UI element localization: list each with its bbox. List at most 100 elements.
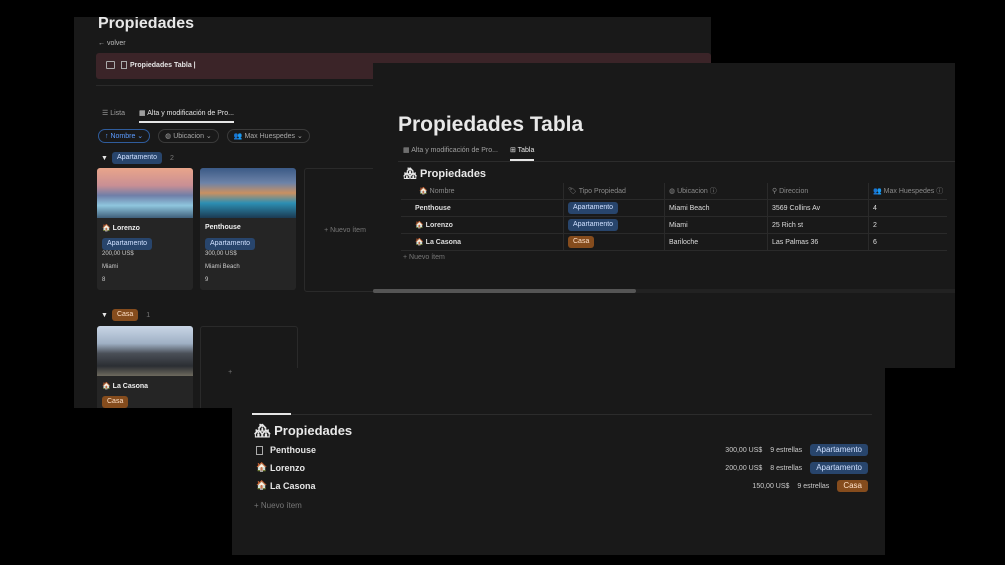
globe-icon: ◍	[669, 188, 676, 195]
card-guests: 9	[205, 277, 209, 283]
property-image	[97, 168, 193, 218]
globe-icon: ◍	[165, 133, 172, 140]
type-badge: Apartamento	[102, 238, 153, 250]
cell-direccion[interactable]: 25 Rich st	[767, 216, 869, 234]
group-count: 1	[146, 311, 151, 319]
properties-table: 🏠 Nombre 🏷 Tipo Propiedad ◍ Ubicacion ⓘ …	[401, 183, 948, 251]
item-properties: 300,00 US$ 9 estrellas Apartamento	[725, 444, 868, 456]
column-header-max-huespedes[interactable]: 👥 Max Huespedes ⓘ	[868, 183, 948, 200]
gallery-card[interactable]: 🏠 Lorenzo Apartamento 200,00 US$ Miami 8	[97, 168, 193, 290]
column-header-direccion[interactable]: ⚲ Direccion	[767, 183, 869, 200]
house-icon: 🏠	[415, 239, 424, 246]
people-icon: 👥	[873, 188, 882, 195]
cell-max-huespedes[interactable]: 2	[868, 216, 948, 234]
cell-tipo[interactable]: Apartamento	[563, 199, 665, 217]
house-emoji-icon: 🏘	[254, 423, 271, 438]
card-title: 🏠 Lorenzo	[102, 225, 140, 232]
filter-ubicacion-chip[interactable]: ◍ Ubicacion ⌄	[158, 129, 219, 143]
info-icon: ⓘ	[709, 188, 717, 195]
cell-nombre[interactable]: 🏠 La Casona	[401, 233, 564, 251]
active-tab-indicator	[252, 413, 291, 415]
tab-alta-modificacion[interactable]: ▦ Alta y modificación de Pro...	[403, 146, 498, 161]
item-properties: 200,00 US$ 8 estrellas Apartamento	[725, 462, 868, 474]
column-header-nombre[interactable]: 🏠 Nombre	[401, 183, 564, 200]
house-icon: 🏠	[102, 225, 111, 232]
tab-lista[interactable]: ☰ Lista	[102, 109, 125, 123]
house-icon: 🏠	[102, 383, 111, 390]
column-header-tipo[interactable]: 🏷 Tipo Propiedad	[563, 183, 665, 200]
table-row[interactable]: 🏠 La Casona Casa Bariloche Las Palmas 36…	[401, 233, 948, 251]
list-item[interactable]: 🏠 Lorenzo 200,00 US$ 8 estrellas Apartam…	[254, 462, 868, 478]
tab-alta-modificacion[interactable]: ▦ Alta y modificación de Pro...	[139, 109, 234, 123]
cell-max-huespedes[interactable]: 6	[868, 233, 948, 251]
list-panel: 🏘 Propiedades Penthouse 300,00 US$ 9 est…	[232, 368, 885, 555]
cell-ubicacion[interactable]: Bariloche	[664, 233, 768, 251]
card-title: Penthouse	[205, 224, 241, 231]
card-location: Miami Beach	[205, 264, 240, 270]
type-badge: Apartamento	[205, 238, 256, 250]
card-price: 200,00 US$	[102, 251, 134, 257]
page-icon	[121, 61, 127, 69]
calendar-icon	[106, 61, 115, 69]
house-icon: 🏠	[419, 188, 428, 195]
list-item[interactable]: 🏠 La Casona 150,00 US$ 9 estrellas Casa	[254, 480, 868, 496]
column-header-ubicacion[interactable]: ◍ Ubicacion ⓘ	[664, 183, 768, 200]
cell-nombre[interactable]: 🏠 Lorenzo	[401, 216, 564, 234]
type-badge: Apartamento	[568, 219, 619, 231]
table-row[interactable]: Penthouse Apartamento Miami Beach 3569 C…	[401, 199, 948, 217]
card-title: 🏠 La Casona	[102, 383, 149, 390]
cell-direccion[interactable]: Las Palmas 36	[767, 233, 869, 251]
back-link[interactable]: ← volver	[98, 40, 126, 47]
type-badge: Apartamento	[810, 444, 868, 456]
divider	[252, 414, 872, 415]
property-image	[97, 326, 193, 376]
cell-tipo[interactable]: Casa	[563, 233, 665, 251]
sort-nombre-chip[interactable]: ↑ Nombre ⌄	[98, 129, 151, 143]
cell-max-huespedes[interactable]: 4	[868, 199, 948, 217]
page-title: Propiedades	[98, 17, 195, 32]
item-name: Penthouse	[270, 445, 317, 455]
type-badge: Apartamento	[810, 462, 868, 474]
property-image	[200, 168, 296, 218]
group-header-casa[interactable]: ▼ Casa 1	[101, 309, 150, 321]
divider	[398, 161, 955, 162]
type-badge: Casa	[102, 396, 129, 408]
type-badge: Apartamento	[568, 202, 619, 214]
view-tabs: ☰ Lista ▦ Alta y modificación de Pro...	[102, 109, 234, 123]
type-badge: Casa	[568, 236, 595, 248]
scrollbar-thumb[interactable]	[373, 289, 636, 293]
filter-max-huespedes-chip[interactable]: 👥 Max Huespedes ⌄	[226, 129, 310, 143]
card-guests: 8	[102, 277, 106, 283]
cell-ubicacion[interactable]: Miami Beach	[664, 199, 768, 217]
house-icon: 🏠	[256, 462, 268, 472]
tag-icon: 🏷	[568, 188, 577, 195]
cell-nombre[interactable]: Penthouse	[401, 199, 564, 217]
cell-direccion[interactable]: 3569 Collins Av	[767, 199, 869, 217]
gallery-card[interactable]: 🏠 La Casona Casa	[97, 326, 193, 408]
new-item-row[interactable]: + Nuevo ítem	[254, 501, 302, 510]
pin-icon: ⚲	[772, 188, 778, 195]
item-price: 200,00 US$	[725, 464, 763, 472]
database-title: 🏘 Propiedades	[254, 423, 353, 438]
cell-tipo[interactable]: Apartamento	[563, 216, 665, 234]
house-icon: 🏠	[256, 480, 268, 490]
table-panel: Propiedades Tabla ▦ Alta y modificación …	[373, 63, 955, 368]
tab-tabla[interactable]: ⊞ Tabla	[509, 146, 535, 161]
house-icon: 🏠	[415, 222, 424, 229]
toggle-down-icon[interactable]: ▼	[101, 155, 108, 162]
info-icon: ⓘ	[936, 188, 944, 195]
cell-ubicacion[interactable]: Miami	[664, 216, 768, 234]
gallery-card[interactable]: Penthouse Apartamento 300,00 US$ Miami B…	[200, 168, 296, 290]
group-header-apartamento[interactable]: ▼ Apartamento 2	[101, 152, 174, 164]
card-location: Miami	[102, 264, 118, 270]
item-properties: 150,00 US$ 9 estrellas Casa	[752, 480, 868, 492]
page-title: Propiedades Tabla	[398, 113, 584, 136]
item-stars: 9 estrellas	[797, 482, 830, 490]
table-row[interactable]: 🏠 Lorenzo Apartamento Miami 25 Rich st 2	[401, 216, 948, 234]
toggle-down-icon[interactable]: ▼	[101, 312, 108, 319]
new-item-row[interactable]: + Nuevo ítem	[403, 254, 445, 261]
list-item[interactable]: Penthouse 300,00 US$ 9 estrellas Apartam…	[254, 444, 868, 460]
horizontal-scrollbar[interactable]	[373, 289, 955, 293]
group-count: 2	[170, 154, 174, 162]
card-price: 300,00 US$	[205, 251, 237, 257]
